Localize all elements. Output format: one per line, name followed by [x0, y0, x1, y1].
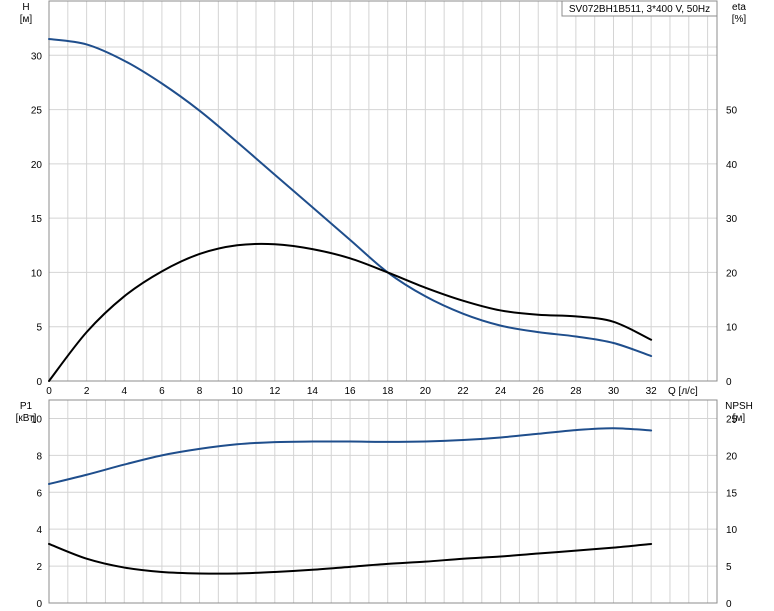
x-axis-tick-label: 8 [197, 386, 203, 397]
left-axis-tick-label: 6 [36, 488, 42, 499]
x-axis-tick-label: 10 [232, 386, 244, 397]
x-axis-tick-label: 26 [533, 386, 545, 397]
left-axis-tick-label: 2 [36, 562, 42, 573]
left-axis-tick-label: 0 [36, 599, 42, 610]
x-axis-tick-label: 18 [382, 386, 394, 397]
left-axis-label: H [22, 2, 29, 13]
right-axis-tick-label: 5 [726, 562, 732, 573]
right-axis-tick-label: 20 [726, 451, 738, 462]
right-axis-unit: [%] [732, 14, 747, 25]
left-axis-tick-label: 4 [36, 525, 42, 536]
x-axis-tick-label: 6 [159, 386, 165, 397]
x-axis-tick-label: 0 [46, 386, 52, 397]
x-axis-tick-label: 32 [646, 386, 658, 397]
plot-frame [48, 399, 718, 604]
right-axis-tick-label: 30 [726, 214, 738, 225]
left-axis-tick-label: 25 [31, 106, 43, 117]
right-axis-label: NPSH [725, 401, 753, 412]
right-axis-tick-label: 15 [726, 488, 738, 499]
x-axis-label: Q [л/с] [668, 386, 698, 397]
left-axis-tick-label: 15 [31, 214, 43, 225]
x-axis-tick-label: 20 [420, 386, 432, 397]
x-axis-tick-label: 22 [457, 386, 469, 397]
chart-title: SV072BH1B511, 3*400 V, 50Hz [569, 4, 710, 15]
left-axis-tick-label: 20 [31, 160, 43, 171]
right-axis-tick-label: 10 [726, 525, 738, 536]
x-axis-tick-label: 30 [608, 386, 620, 397]
x-axis-tick-label: 14 [307, 386, 319, 397]
left-axis-tick-label: 10 [31, 268, 43, 279]
left-axis-tick-label: 8 [36, 451, 42, 462]
x-axis-tick-label: 2 [84, 386, 90, 397]
left-axis-unit: [м] [20, 14, 33, 25]
left-axis-label: P1 [20, 401, 33, 412]
x-axis-tick-label: 4 [121, 386, 127, 397]
right-axis-label: eta [732, 2, 746, 13]
x-axis-tick-label: 16 [345, 386, 357, 397]
chart-canvas: 05101520253001020304050H[м]eta[%]0 2 4 6 8 10… [16, 0, 753, 610]
right-axis-tick-label: 0 [726, 599, 732, 610]
right-axis-tick-label: 50 [726, 106, 738, 117]
x-axis-tick-label: 28 [570, 386, 582, 397]
right-axis-tick-label: 10 [726, 323, 738, 334]
x-axis-tick-label: 24 [495, 386, 507, 397]
left-axis-tick-label: 0 [36, 377, 42, 388]
right-axis-tick-label: 0 [726, 377, 732, 388]
left-axis-unit: [кВт] [16, 413, 37, 424]
right-axis-unit: [м] [733, 413, 746, 424]
left-axis-tick-label: 5 [36, 323, 42, 334]
x-axis-tick-label: 12 [269, 386, 281, 397]
left-axis-tick-label: 30 [31, 51, 43, 62]
right-axis-tick-label: 40 [726, 160, 738, 171]
pump-performance-chart: 0 5 10 15 20 25 30 0 10 20 30 40 50 H [м] eta [%] 0 2 4 6 8 10… [0, 0, 774, 611]
right-axis-tick-label: 20 [726, 268, 738, 279]
